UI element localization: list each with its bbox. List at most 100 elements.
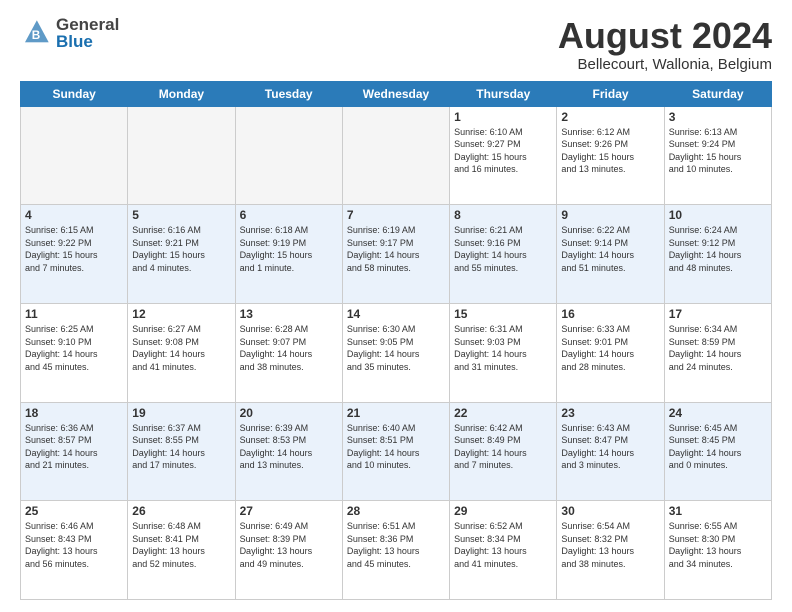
- day-info: Sunrise: 6:55 AMSunset: 8:30 PMDaylight:…: [669, 520, 767, 570]
- day-info: Sunrise: 6:40 AMSunset: 8:51 PMDaylight:…: [347, 422, 445, 472]
- day-info: Sunrise: 6:39 AMSunset: 8:53 PMDaylight:…: [240, 422, 338, 472]
- table-row: 15 Sunrise: 6:31 AMSunset: 9:03 PMDayligh…: [450, 303, 557, 402]
- day-info: Sunrise: 6:13 AMSunset: 9:24 PMDaylight:…: [669, 126, 767, 176]
- day-info: Sunrise: 6:27 AMSunset: 9:08 PMDaylight:…: [132, 323, 230, 373]
- day-number: 9: [561, 208, 659, 222]
- day-number: 27: [240, 504, 338, 518]
- calendar-week-row: 25Sunrise: 6:46 AMSunset: 8:43 PMDayligh…: [21, 501, 772, 600]
- day-info: Sunrise: 6:43 AMSunset: 8:47 PMDaylight:…: [561, 422, 659, 472]
- table-row: 12Sunrise: 6:27 AMSunset: 9:08 PMDayligh…: [128, 303, 235, 402]
- table-row: 17Sunrise: 6:34 AMSunset: 8:59 PMDayligh…: [664, 303, 771, 402]
- day-info: Sunrise: 6:54 AMSunset: 8:32 PMDaylight:…: [561, 520, 659, 570]
- day-number: 29: [454, 504, 552, 518]
- day-number: 2: [561, 110, 659, 124]
- day-number: 1: [454, 110, 552, 124]
- day-info: Sunrise: 6:19 AMSunset: 9:17 PMDaylight:…: [347, 224, 445, 274]
- calendar-table: Sunday Monday Tuesday Wednesday Thursday…: [20, 81, 772, 600]
- day-number: 24: [669, 406, 767, 420]
- logo-general: General: [56, 16, 119, 33]
- calendar-subtitle: Bellecourt, Wallonia, Belgium: [558, 56, 772, 73]
- title-section: August 2024 Bellecourt, Wallonia, Belgiu…: [558, 16, 772, 73]
- table-row: 18Sunrise: 6:36 AMSunset: 8:57 PMDayligh…: [21, 402, 128, 501]
- table-row: 30 Sunrise: 6:54 AMSunset: 8:32 PMDayligh…: [557, 501, 664, 600]
- day-number: 6: [240, 208, 338, 222]
- day-number: 8: [454, 208, 552, 222]
- day-number: 11: [25, 307, 123, 321]
- table-row: 22Sunrise: 6:42 AMSunset: 8:49 PMDayligh…: [450, 402, 557, 501]
- table-row: 14 Sunrise: 6:30 AMSunset: 9:05 PMDayligh…: [342, 303, 449, 402]
- day-info: Sunrise: 6:18 AMSunset: 9:19 PMDaylight:…: [240, 224, 338, 274]
- logo-blue: Blue: [56, 33, 119, 50]
- table-row: 27 Sunrise: 6:49 AMSunset: 8:39 PMDayligh…: [235, 501, 342, 600]
- table-row: [128, 106, 235, 205]
- day-info: Sunrise: 6:51 AMSunset: 8:36 PMDaylight:…: [347, 520, 445, 570]
- svg-text:B: B: [32, 29, 41, 42]
- table-row: 9Sunrise: 6:22 AMSunset: 9:14 PMDaylight…: [557, 205, 664, 304]
- table-row: 2 Sunrise: 6:12 AMSunset: 9:26 PMDaylight…: [557, 106, 664, 205]
- calendar-week-row: 11 Sunrise: 6:25 AMSunset: 9:10 PMDayligh…: [21, 303, 772, 402]
- table-row: 31 Sunrise: 6:55 AMSunset: 8:30 PMDayligh…: [664, 501, 771, 600]
- table-row: 6 Sunrise: 6:18 AMSunset: 9:19 PMDaylight…: [235, 205, 342, 304]
- table-row: 23Sunrise: 6:43 AMSunset: 8:47 PMDayligh…: [557, 402, 664, 501]
- day-info: Sunrise: 6:31 AMSunset: 9:03 PMDaylight:…: [454, 323, 552, 373]
- day-info: Sunrise: 6:30 AMSunset: 9:05 PMDaylight:…: [347, 323, 445, 373]
- table-row: 25Sunrise: 6:46 AMSunset: 8:43 PMDayligh…: [21, 501, 128, 600]
- day-number: 28: [347, 504, 445, 518]
- page: B General Blue August 2024 Bellecourt, W…: [0, 0, 792, 612]
- logo-text: General Blue: [56, 16, 119, 50]
- day-info: Sunrise: 6:42 AMSunset: 8:49 PMDaylight:…: [454, 422, 552, 472]
- calendar-title: August 2024: [558, 16, 772, 56]
- day-info: Sunrise: 6:25 AMSunset: 9:10 PMDaylight:…: [25, 323, 123, 373]
- table-row: [342, 106, 449, 205]
- day-info: Sunrise: 6:12 AMSunset: 9:26 PMDaylight:…: [561, 126, 659, 176]
- day-info: Sunrise: 6:10 AMSunset: 9:27 PMDaylight:…: [454, 126, 552, 176]
- day-info: Sunrise: 6:52 AMSunset: 8:34 PMDaylight:…: [454, 520, 552, 570]
- day-number: 14: [347, 307, 445, 321]
- day-number: 19: [132, 406, 230, 420]
- header: B General Blue August 2024 Bellecourt, W…: [20, 16, 772, 73]
- table-row: 1 Sunrise: 6:10 AMSunset: 9:27 PMDaylight…: [450, 106, 557, 205]
- day-info: Sunrise: 6:37 AMSunset: 8:55 PMDaylight:…: [132, 422, 230, 472]
- col-monday: Monday: [128, 81, 235, 106]
- day-number: 13: [240, 307, 338, 321]
- day-number: 16: [561, 307, 659, 321]
- table-row: 11 Sunrise: 6:25 AMSunset: 9:10 PMDayligh…: [21, 303, 128, 402]
- table-row: 3Sunrise: 6:13 AMSunset: 9:24 PMDaylight…: [664, 106, 771, 205]
- day-info: Sunrise: 6:36 AMSunset: 8:57 PMDaylight:…: [25, 422, 123, 472]
- col-saturday: Saturday: [664, 81, 771, 106]
- logo-icon: B: [20, 17, 52, 49]
- table-row: 20 Sunrise: 6:39 AMSunset: 8:53 PMDayligh…: [235, 402, 342, 501]
- table-row: 4Sunrise: 6:15 AMSunset: 9:22 PMDaylight…: [21, 205, 128, 304]
- col-friday: Friday: [557, 81, 664, 106]
- table-row: 7 Sunrise: 6:19 AMSunset: 9:17 PMDaylight…: [342, 205, 449, 304]
- col-sunday: Sunday: [21, 81, 128, 106]
- day-number: 25: [25, 504, 123, 518]
- table-row: 8 Sunrise: 6:21 AMSunset: 9:16 PMDaylight…: [450, 205, 557, 304]
- day-info: Sunrise: 6:33 AMSunset: 9:01 PMDaylight:…: [561, 323, 659, 373]
- day-number: 5: [132, 208, 230, 222]
- table-row: 10Sunrise: 6:24 AMSunset: 9:12 PMDayligh…: [664, 205, 771, 304]
- day-number: 26: [132, 504, 230, 518]
- day-info: Sunrise: 6:48 AMSunset: 8:41 PMDaylight:…: [132, 520, 230, 570]
- day-number: 20: [240, 406, 338, 420]
- day-info: Sunrise: 6:28 AMSunset: 9:07 PMDaylight:…: [240, 323, 338, 373]
- day-number: 21: [347, 406, 445, 420]
- col-tuesday: Tuesday: [235, 81, 342, 106]
- day-number: 4: [25, 208, 123, 222]
- calendar-header-row: Sunday Monday Tuesday Wednesday Thursday…: [21, 81, 772, 106]
- col-thursday: Thursday: [450, 81, 557, 106]
- day-info: Sunrise: 6:21 AMSunset: 9:16 PMDaylight:…: [454, 224, 552, 274]
- day-info: Sunrise: 6:49 AMSunset: 8:39 PMDaylight:…: [240, 520, 338, 570]
- day-number: 31: [669, 504, 767, 518]
- table-row: 29 Sunrise: 6:52 AMSunset: 8:34 PMDayligh…: [450, 501, 557, 600]
- day-number: 30: [561, 504, 659, 518]
- table-row: 13 Sunrise: 6:28 AMSunset: 9:07 PMDayligh…: [235, 303, 342, 402]
- day-info: Sunrise: 6:16 AMSunset: 9:21 PMDaylight:…: [132, 224, 230, 274]
- table-row: 24 Sunrise: 6:45 AMSunset: 8:45 PMDayligh…: [664, 402, 771, 501]
- day-info: Sunrise: 6:45 AMSunset: 8:45 PMDaylight:…: [669, 422, 767, 472]
- logo: B General Blue: [20, 16, 119, 50]
- day-number: 7: [347, 208, 445, 222]
- day-number: 15: [454, 307, 552, 321]
- table-row: 19 Sunrise: 6:37 AMSunset: 8:55 PMDayligh…: [128, 402, 235, 501]
- calendar-week-row: 1 Sunrise: 6:10 AMSunset: 9:27 PMDaylight…: [21, 106, 772, 205]
